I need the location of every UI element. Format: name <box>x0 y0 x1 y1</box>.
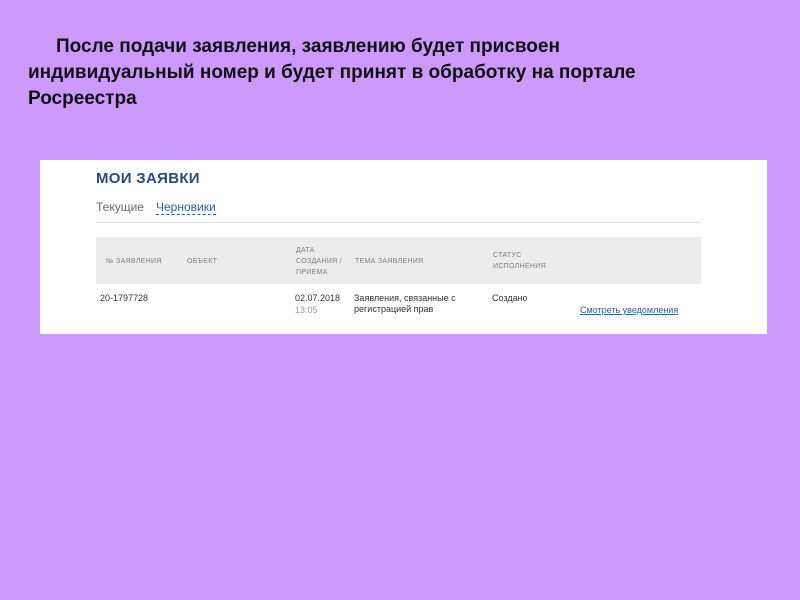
column-header-number[interactable]: № ЗАЯВЛЕНИЯ <box>106 256 162 267</box>
table-header: № ЗАЯВЛЕНИЯ ОБЪЕКТ ДАТА СОЗДАНИЯ / ПРИЕМ… <box>96 237 701 284</box>
divider <box>96 222 701 223</box>
applications-panel: МОИ ЗАЯВКИ Текущие Черновики № ЗАЯВЛЕНИЯ… <box>40 160 767 334</box>
application-status: Создано <box>492 293 528 303</box>
view-notifications-link[interactable]: Смотреть уведомления <box>580 305 678 316</box>
application-number: 20-1797728 <box>100 293 149 303</box>
application-date: 02.07.2018 <box>295 293 341 303</box>
column-header-object[interactable]: ОБЪЕКТ <box>187 256 217 267</box>
tabs-bar: Текущие Черновики <box>96 200 216 215</box>
slide-text-line-2: индивидуальный номер и будет принят в об… <box>28 62 636 83</box>
application-topic: Заявления, связанные с регистрацией прав <box>354 293 456 314</box>
column-header-date[interactable]: ДАТА СОЗДАНИЯ / ПРИЕМА <box>296 245 351 278</box>
column-header-topic[interactable]: ТЕМА ЗАЯВЛЕНИЯ <box>355 256 424 267</box>
slide-description: После подачи заявления, заявлению будет … <box>28 34 778 112</box>
application-time: 13:05 <box>295 305 318 315</box>
tab-drafts[interactable]: Черновики <box>155 200 216 215</box>
slide-text-line-3: Росреестра <box>28 88 137 109</box>
column-header-status[interactable]: СТАТУС ИСПОЛНЕНИЯ <box>493 250 563 272</box>
table-row[interactable]: 20-1797728 02.07.2018 13:05 Заявления, с… <box>96 292 701 322</box>
slide-text-line-1: После подачи заявления, заявлению будет … <box>56 36 560 57</box>
page-title: МОИ ЗАЯВКИ <box>96 170 200 187</box>
tab-current[interactable]: Текущие <box>96 200 144 215</box>
